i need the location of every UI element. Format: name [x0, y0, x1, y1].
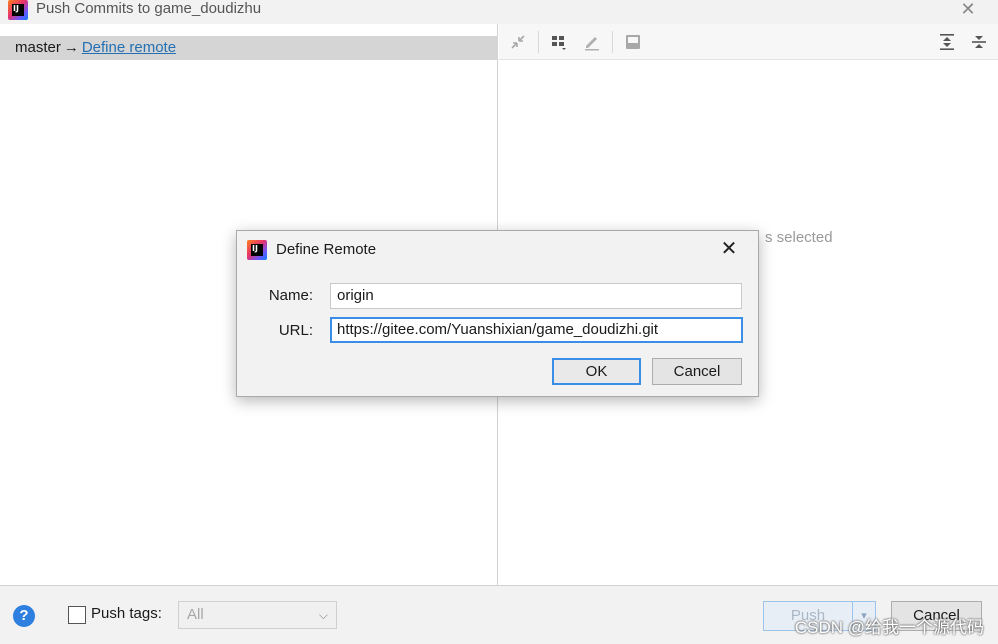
- collapse-arrows-icon[interactable]: [509, 33, 527, 51]
- name-input[interactable]: origin: [330, 283, 742, 309]
- window-close-icon[interactable]: ✕: [960, 0, 976, 18]
- push-tags-checkbox[interactable]: [68, 606, 86, 624]
- toolbar-separator: [538, 31, 539, 53]
- show-diff-icon[interactable]: [624, 33, 642, 51]
- expand-all-icon[interactable]: [938, 33, 956, 51]
- chevron-down-icon: ⌵: [318, 608, 328, 622]
- arrow-right-icon: →: [63, 39, 79, 56]
- push-tags-select[interactable]: All ⌵: [178, 601, 337, 629]
- ok-button[interactable]: OK: [552, 358, 641, 385]
- intellij-app-icon: IJ: [8, 0, 28, 20]
- dialog-close-icon[interactable]: ✕: [719, 239, 739, 259]
- changes-toolbar: [499, 24, 998, 60]
- group-by-icon[interactable]: [550, 33, 568, 51]
- define-remote-dialog: IJ Define Remote ✕ Name: origin URL: htt…: [236, 230, 759, 397]
- intellij-app-icon: IJ: [247, 240, 267, 260]
- define-remote-link[interactable]: Define remote: [82, 39, 176, 56]
- tags-select-value: All: [187, 606, 204, 623]
- bottom-bar: ? Push tags: All ⌵ Push ▾ Cancel CSDN @给…: [0, 585, 998, 644]
- csdn-watermark: CSDN @给我一个源代码: [794, 618, 984, 637]
- edit-icon[interactable]: [583, 33, 601, 51]
- push-tags-label: Push tags:: [91, 605, 162, 622]
- url-input[interactable]: https://gitee.com/Yuanshixian/game_doudi…: [330, 317, 743, 343]
- collapse-all-icon[interactable]: [970, 33, 988, 51]
- branch-name: master: [15, 39, 61, 56]
- dialog-title: Define Remote: [276, 241, 377, 258]
- window-title: Push Commits to game_doudizhu: [36, 0, 262, 17]
- no-selection-text: s selected: [765, 229, 833, 246]
- url-label: URL:: [278, 322, 313, 339]
- name-label: Name:: [268, 287, 313, 304]
- toolbar-separator: [612, 31, 613, 53]
- branch-row[interactable]: master → Define remote: [0, 36, 498, 60]
- help-icon[interactable]: ?: [13, 605, 35, 627]
- title-bar: IJ Push Commits to game_doudizhu ✕: [0, 0, 998, 24]
- dialog-cancel-button[interactable]: Cancel: [652, 358, 742, 385]
